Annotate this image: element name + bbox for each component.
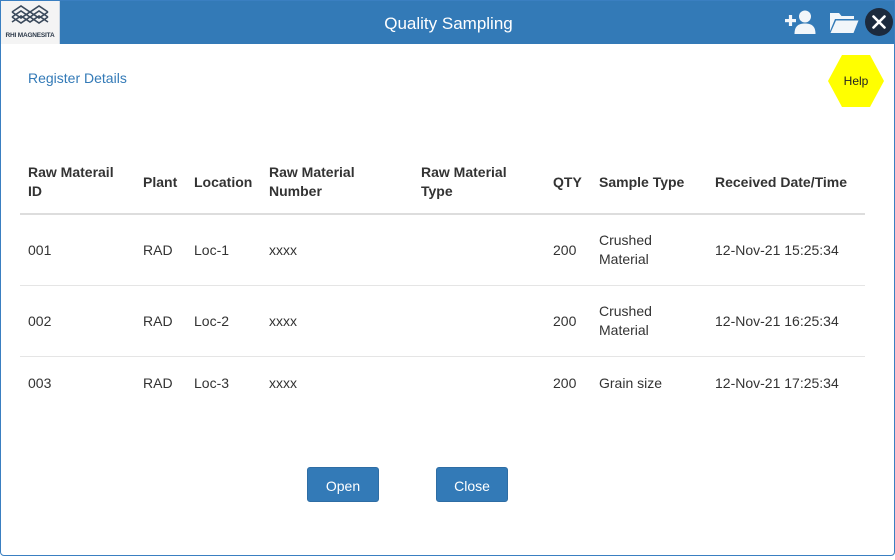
cell-plant: RAD — [135, 214, 186, 286]
column-header-raw-material-id[interactable]: Raw Materail ID — [20, 151, 135, 215]
cell-qty: 200 — [553, 374, 577, 391]
cell-qty: 200 — [545, 285, 591, 357]
cell-location: Loc-2 — [186, 285, 261, 357]
help-label: Help — [843, 74, 869, 88]
cell-plant: RAD — [143, 374, 173, 391]
quality-sampling-window: RHI MAGNESITA Quality Sampling Register … — [0, 0, 895, 556]
close-window-button[interactable] — [865, 8, 893, 36]
cell-location: Loc-3 — [194, 374, 230, 391]
cell-raw-material-number: xxxx — [261, 214, 413, 286]
help-button[interactable]: Help — [827, 54, 885, 108]
column-header-location[interactable]: Location — [186, 151, 261, 215]
register-details-link[interactable]: Register Details — [28, 70, 127, 86]
cell-location: Loc-1 — [186, 214, 261, 286]
cell-raw-material-type — [413, 214, 545, 286]
column-header-raw-material-type[interactable]: Raw Material Type — [413, 151, 545, 215]
cell-raw-material-type — [413, 285, 545, 357]
close-button[interactable]: Close — [436, 467, 508, 502]
cell-plant: RAD — [135, 285, 186, 357]
close-icon — [872, 15, 886, 29]
table-row[interactable]: 002 RAD Loc-2 xxxx 200 Crushed Material … — [20, 285, 865, 357]
cell-raw-material-number: xxxx — [261, 285, 413, 357]
table-row[interactable]: 001 RAD Loc-1 xxxx 200 Crushed Material … — [20, 214, 865, 286]
cell-sample-type: Crushed Material — [591, 285, 707, 357]
column-header-sample-type[interactable]: Sample Type — [591, 151, 707, 215]
table-row[interactable]: 003 RAD Loc-3 xxxx 200 Grain size 12-Nov… — [20, 357, 865, 410]
column-header-received-date-time[interactable]: Received Date/Time — [707, 151, 865, 215]
cell-received-date-time: 12-Nov-21 16:25:34 — [707, 285, 865, 357]
table-header-row: Raw Materail ID Plant Location Raw Mater… — [20, 151, 865, 215]
cell-received-date-time: 12-Nov-21 17:25:34 — [715, 374, 839, 391]
app-title: Quality Sampling — [384, 14, 513, 33]
cell-sample-type: Crushed Material — [591, 214, 707, 286]
cell-raw-material-id: 003 — [28, 374, 52, 391]
cell-raw-material-type — [413, 357, 545, 410]
add-user-icon[interactable] — [785, 10, 817, 39]
cell-raw-material-number: xxxx — [269, 374, 297, 391]
column-header-qty[interactable]: QTY — [545, 151, 591, 215]
cell-raw-material-id: 001 — [20, 214, 135, 286]
raw-material-table: Raw Materail ID Plant Location Raw Mater… — [20, 151, 865, 409]
cell-sample-type: Grain size — [599, 374, 663, 391]
title-bar: RHI MAGNESITA Quality Sampling — [1, 1, 894, 44]
cell-received-date-time: 12-Nov-21 15:25:34 — [707, 214, 865, 286]
column-header-raw-material-number[interactable]: Raw Material Number — [261, 151, 413, 215]
cell-raw-material-id: 002 — [20, 285, 135, 357]
cell-qty: 200 — [545, 214, 591, 286]
column-header-plant[interactable]: Plant — [135, 151, 186, 215]
open-button[interactable]: Open — [307, 467, 379, 502]
folder-open-icon[interactable] — [829, 10, 859, 39]
